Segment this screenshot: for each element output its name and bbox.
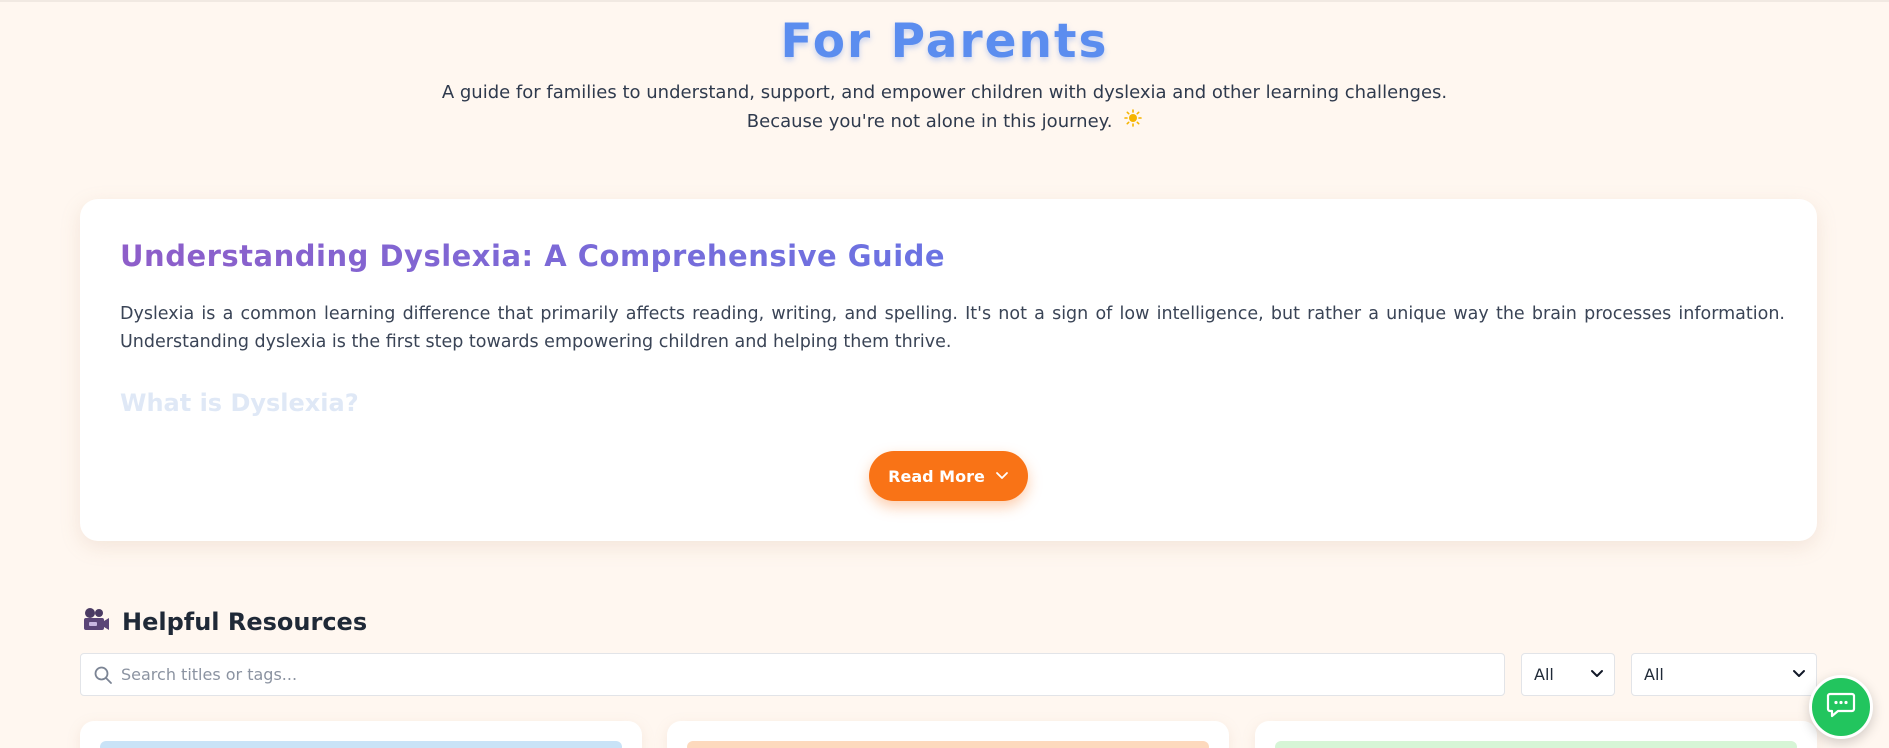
article-title: Understanding Dyslexia: A Comprehensive … <box>120 239 946 273</box>
subtitle-line-1: A guide for families to understand, supp… <box>441 82 1448 103</box>
subtitle-line-2-text: Because you're not alone in this journey… <box>746 111 1113 132</box>
search-icon <box>93 665 113 689</box>
sun-icon <box>1124 107 1143 136</box>
chat-button[interactable] <box>1809 675 1873 739</box>
top-border <box>0 0 1889 2</box>
read-more-label: Read More <box>888 466 985 486</box>
page-subtitle: A guide for families to understand, supp… <box>0 78 1889 136</box>
chevron-down-icon <box>1792 665 1806 684</box>
type-filter-value: All <box>1644 665 1664 684</box>
chat-icon <box>1826 691 1856 723</box>
category-filter-value: All <box>1534 665 1554 684</box>
chevron-down-icon <box>1590 665 1604 684</box>
page-title: For Parents <box>780 14 1109 69</box>
type-filter-select[interactable]: All <box>1631 653 1817 696</box>
chevron-down-icon <box>995 467 1009 486</box>
resource-card-thumbnail <box>1275 741 1797 748</box>
resources-title: Helpful Resources <box>122 608 368 636</box>
category-filter-select[interactable]: All <box>1521 653 1615 696</box>
subtitle-line-2: Because you're not alone in this journey… <box>0 107 1889 136</box>
resource-card-thumbnail <box>100 741 622 748</box>
resource-card-thumbnail <box>687 741 1209 748</box>
hero-section: For Parents A guide for families to unde… <box>0 12 1889 136</box>
resource-card[interactable] <box>1255 721 1817 748</box>
article-faded-heading: What is Dyslexia? <box>120 389 359 417</box>
resource-card[interactable] <box>80 721 642 748</box>
resources-header: Helpful Resources <box>82 607 367 637</box>
search-input[interactable] <box>121 665 1481 684</box>
read-more-button[interactable]: Read More <box>869 451 1028 501</box>
search-box[interactable] <box>80 653 1505 696</box>
resource-card[interactable] <box>667 721 1229 748</box>
article-card: Understanding Dyslexia: A Comprehensive … <box>80 199 1817 541</box>
video-camera-icon <box>82 607 110 637</box>
article-body: Dyslexia is a common learning difference… <box>120 304 1785 352</box>
